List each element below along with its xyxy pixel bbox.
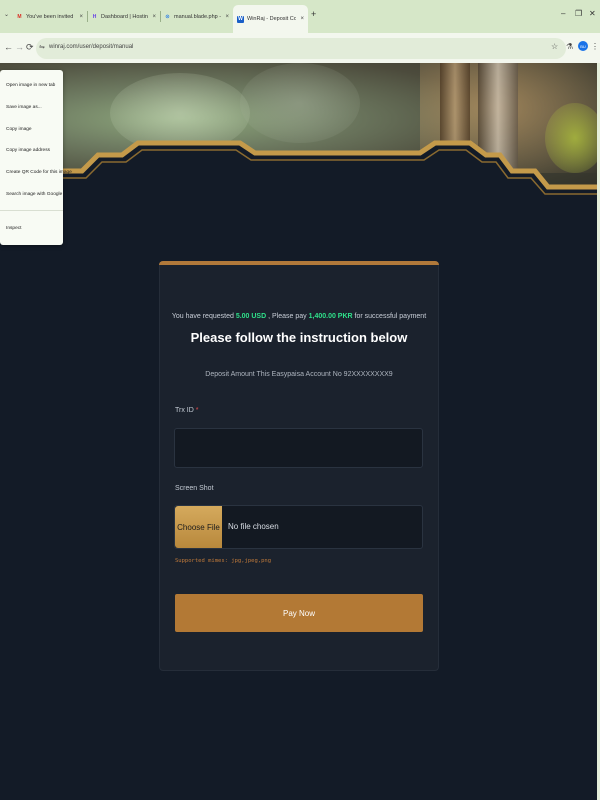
tab-close-icon[interactable]: × xyxy=(79,14,83,20)
trx-id-input[interactable] xyxy=(174,428,423,468)
reload-button[interactable]: ⟳ xyxy=(26,42,34,53)
usd-amount: 5.00 USD xyxy=(235,313,267,320)
cpanel-icon: ⊙ xyxy=(165,14,170,20)
labs-flask-icon[interactable]: ⚗ xyxy=(566,42,573,51)
new-tab-button[interactable]: + xyxy=(311,9,316,19)
menu-item-copy-image[interactable]: Copy image xyxy=(6,127,32,132)
close-window-button[interactable]: ✕ xyxy=(589,9,596,18)
tab-winraj-deposit[interactable]: W WinRaj - Deposit Confirm × xyxy=(233,5,308,33)
trx-id-label: Trx ID * xyxy=(175,407,198,414)
image-context-menu xyxy=(0,70,63,245)
site-info-icon[interactable]: ⇋ xyxy=(39,43,45,51)
back-button[interactable]: ← xyxy=(4,42,13,52)
profile-avatar[interactable]: BU xyxy=(578,41,588,51)
file-status-text: No file chosen xyxy=(228,522,279,531)
winraj-icon: W xyxy=(237,15,244,23)
card-accent-bar xyxy=(159,261,439,265)
payment-request-text: You have requested 5.00 USD , Please pay… xyxy=(159,313,439,320)
restore-button[interactable]: ❐ xyxy=(575,9,582,18)
banner-gold-border xyxy=(0,140,600,213)
screenshot-label: Screen Shot xyxy=(175,485,214,492)
url-text[interactable]: winraj.com/user/deposit/manual xyxy=(49,44,133,50)
forward-button[interactable]: → xyxy=(15,42,24,52)
menu-item-open-image-new-tab[interactable]: Open image in new tab xyxy=(6,83,55,88)
tab-title: WinRaj - Deposit Confirm xyxy=(247,16,297,22)
request-suffix: for successful payment xyxy=(354,313,427,320)
tab-hostinger[interactable]: H Dashboard | Hostinger × xyxy=(87,7,160,27)
required-asterisk: * xyxy=(195,407,199,414)
tab-title: You've been invited to collab xyxy=(26,14,75,20)
tab-file-manager[interactable]: ⊙ manual.blade.php - Files - File × xyxy=(160,7,233,27)
trx-id-label-text: Trx ID xyxy=(175,407,194,414)
gmail-icon: M xyxy=(17,14,22,20)
tab-gmail[interactable]: M You've been invited to collab × xyxy=(12,7,87,27)
request-prefix: You have requested xyxy=(171,313,234,320)
bookmark-star-icon[interactable]: ☆ xyxy=(551,42,558,51)
choose-file-button[interactable]: Choose File xyxy=(175,506,222,548)
menu-item-inspect[interactable]: Inspect xyxy=(6,226,21,231)
tab-title: manual.blade.php - Files - File xyxy=(174,14,222,20)
instruction-heading: Please follow the instruction below xyxy=(190,330,408,345)
pay-now-button[interactable]: Pay Now xyxy=(175,594,423,632)
supported-mimes-note: Supported mimes: jpg,jpeg,png xyxy=(175,558,272,564)
tab-close-icon[interactable]: × xyxy=(152,14,156,20)
account-instruction: Deposit Amount This Easypaisa Account No… xyxy=(205,371,393,378)
tab-close-icon[interactable]: × xyxy=(225,14,229,20)
menu-item-save-image-as[interactable]: Save image as... xyxy=(6,105,42,110)
tab-close-icon[interactable]: × xyxy=(300,16,304,22)
browser-menu-icon[interactable]: ⋮ xyxy=(591,42,599,51)
tab-title: Dashboard | Hostinger xyxy=(101,14,148,20)
menu-item-create-qr-code[interactable]: Create QR Code for this image xyxy=(6,170,72,175)
menu-item-search-image-google[interactable]: Search image with Google xyxy=(6,192,62,197)
tab-search-icon[interactable]: ⌄ xyxy=(4,11,9,18)
pkr-amount: 1,400.00 PKR xyxy=(308,313,353,320)
request-middle: , Please pay xyxy=(268,313,307,320)
menu-divider xyxy=(0,210,63,211)
menu-item-copy-image-address[interactable]: Copy image address xyxy=(6,148,50,153)
minimize-button[interactable]: – xyxy=(561,9,565,18)
hostinger-icon: H xyxy=(92,14,97,20)
